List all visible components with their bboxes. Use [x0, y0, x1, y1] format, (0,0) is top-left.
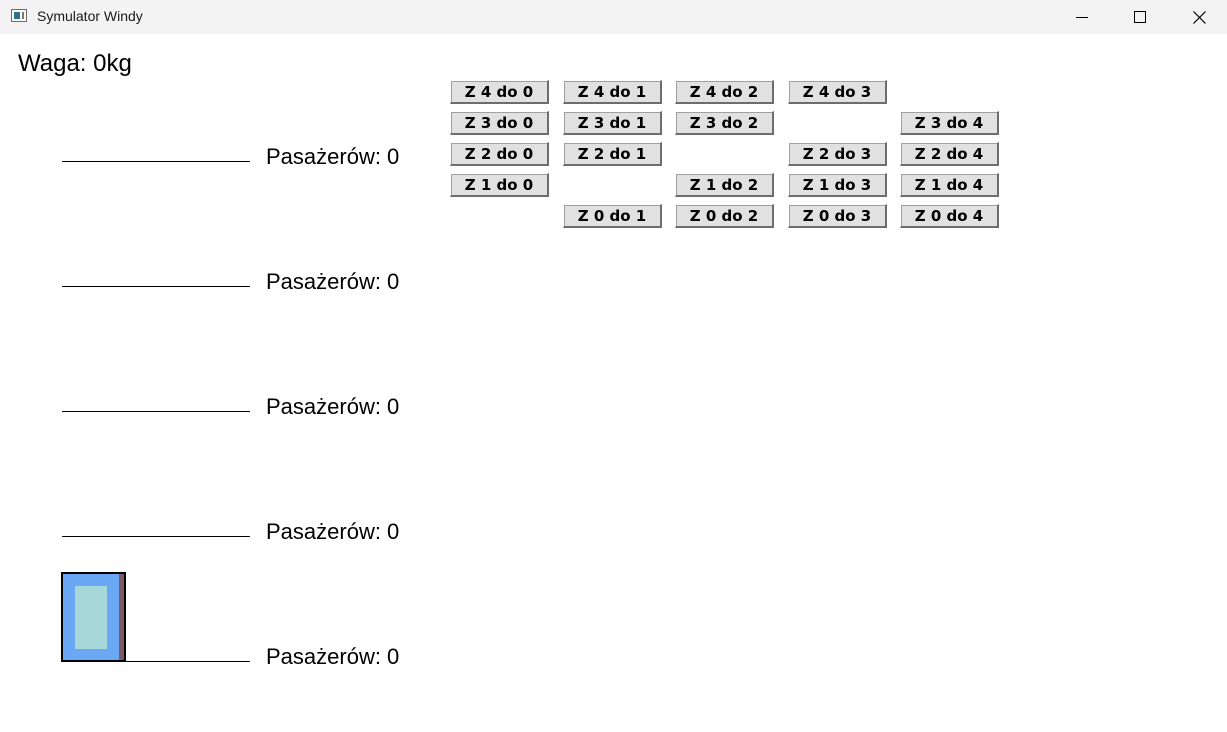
floor-line-3 [62, 286, 250, 287]
minimize-icon [1076, 17, 1088, 18]
window-title: Symulator Windy [37, 8, 143, 24]
weight-label: Waga: 0kg [18, 50, 132, 77]
call-button-2-to-3[interactable]: Z 2 do 3 [788, 142, 887, 166]
call-button-3-to-4[interactable]: Z 3 do 4 [900, 111, 999, 135]
call-button-3-to-2[interactable]: Z 3 do 2 [675, 111, 774, 135]
call-button-1-to-4[interactable]: Z 1 do 4 [900, 173, 999, 197]
call-button-3-to-0[interactable]: Z 3 do 0 [450, 111, 549, 135]
call-button-4-to-0[interactable]: Z 4 do 0 [450, 80, 549, 104]
floor-line-2 [62, 411, 250, 412]
maximize-icon [1134, 11, 1146, 23]
call-button-4-to-2[interactable]: Z 4 do 2 [675, 80, 774, 104]
call-button-1-to-0[interactable]: Z 1 do 0 [450, 173, 549, 197]
floor-2-passengers-label: Pasażerów: 0 [266, 394, 400, 419]
call-button-3-to-1[interactable]: Z 3 do 1 [563, 111, 662, 135]
title-bar[interactable]: Symulator Windy [0, 0, 1227, 34]
floor-line-4 [62, 161, 250, 162]
call-button-2-to-4[interactable]: Z 2 do 4 [900, 142, 999, 166]
call-button-2-to-0[interactable]: Z 2 do 0 [450, 142, 549, 166]
call-button-1-to-3[interactable]: Z 1 do 3 [788, 173, 887, 197]
call-button-0-to-3[interactable]: Z 0 do 3 [788, 204, 887, 228]
call-button-0-to-4[interactable]: Z 0 do 4 [900, 204, 999, 228]
call-button-0-to-2[interactable]: Z 0 do 2 [675, 204, 774, 228]
close-button[interactable] [1176, 0, 1222, 34]
call-button-4-to-3[interactable]: Z 4 do 3 [788, 80, 887, 104]
elevator-cab [61, 572, 126, 662]
maximize-button[interactable] [1117, 0, 1163, 34]
floor-3-passengers-label: Pasażerów: 0 [266, 269, 400, 294]
call-button-0-to-1[interactable]: Z 0 do 1 [563, 204, 662, 228]
floor-0-passengers-label: Pasażerów: 0 [266, 644, 400, 669]
call-button-2-to-1[interactable]: Z 2 do 1 [563, 142, 662, 166]
floor-4-passengers-label: Pasażerów: 0 [266, 144, 400, 169]
elevator-window [75, 586, 107, 649]
minimize-button[interactable] [1059, 0, 1105, 34]
floor-line-1 [62, 536, 250, 537]
close-icon [1192, 10, 1206, 24]
call-button-4-to-1[interactable]: Z 4 do 1 [563, 80, 662, 104]
floor-1-passengers-label: Pasażerów: 0 [266, 519, 400, 544]
call-button-1-to-2[interactable]: Z 1 do 2 [675, 173, 774, 197]
app-icon [11, 9, 27, 22]
elevator-door [119, 574, 124, 660]
